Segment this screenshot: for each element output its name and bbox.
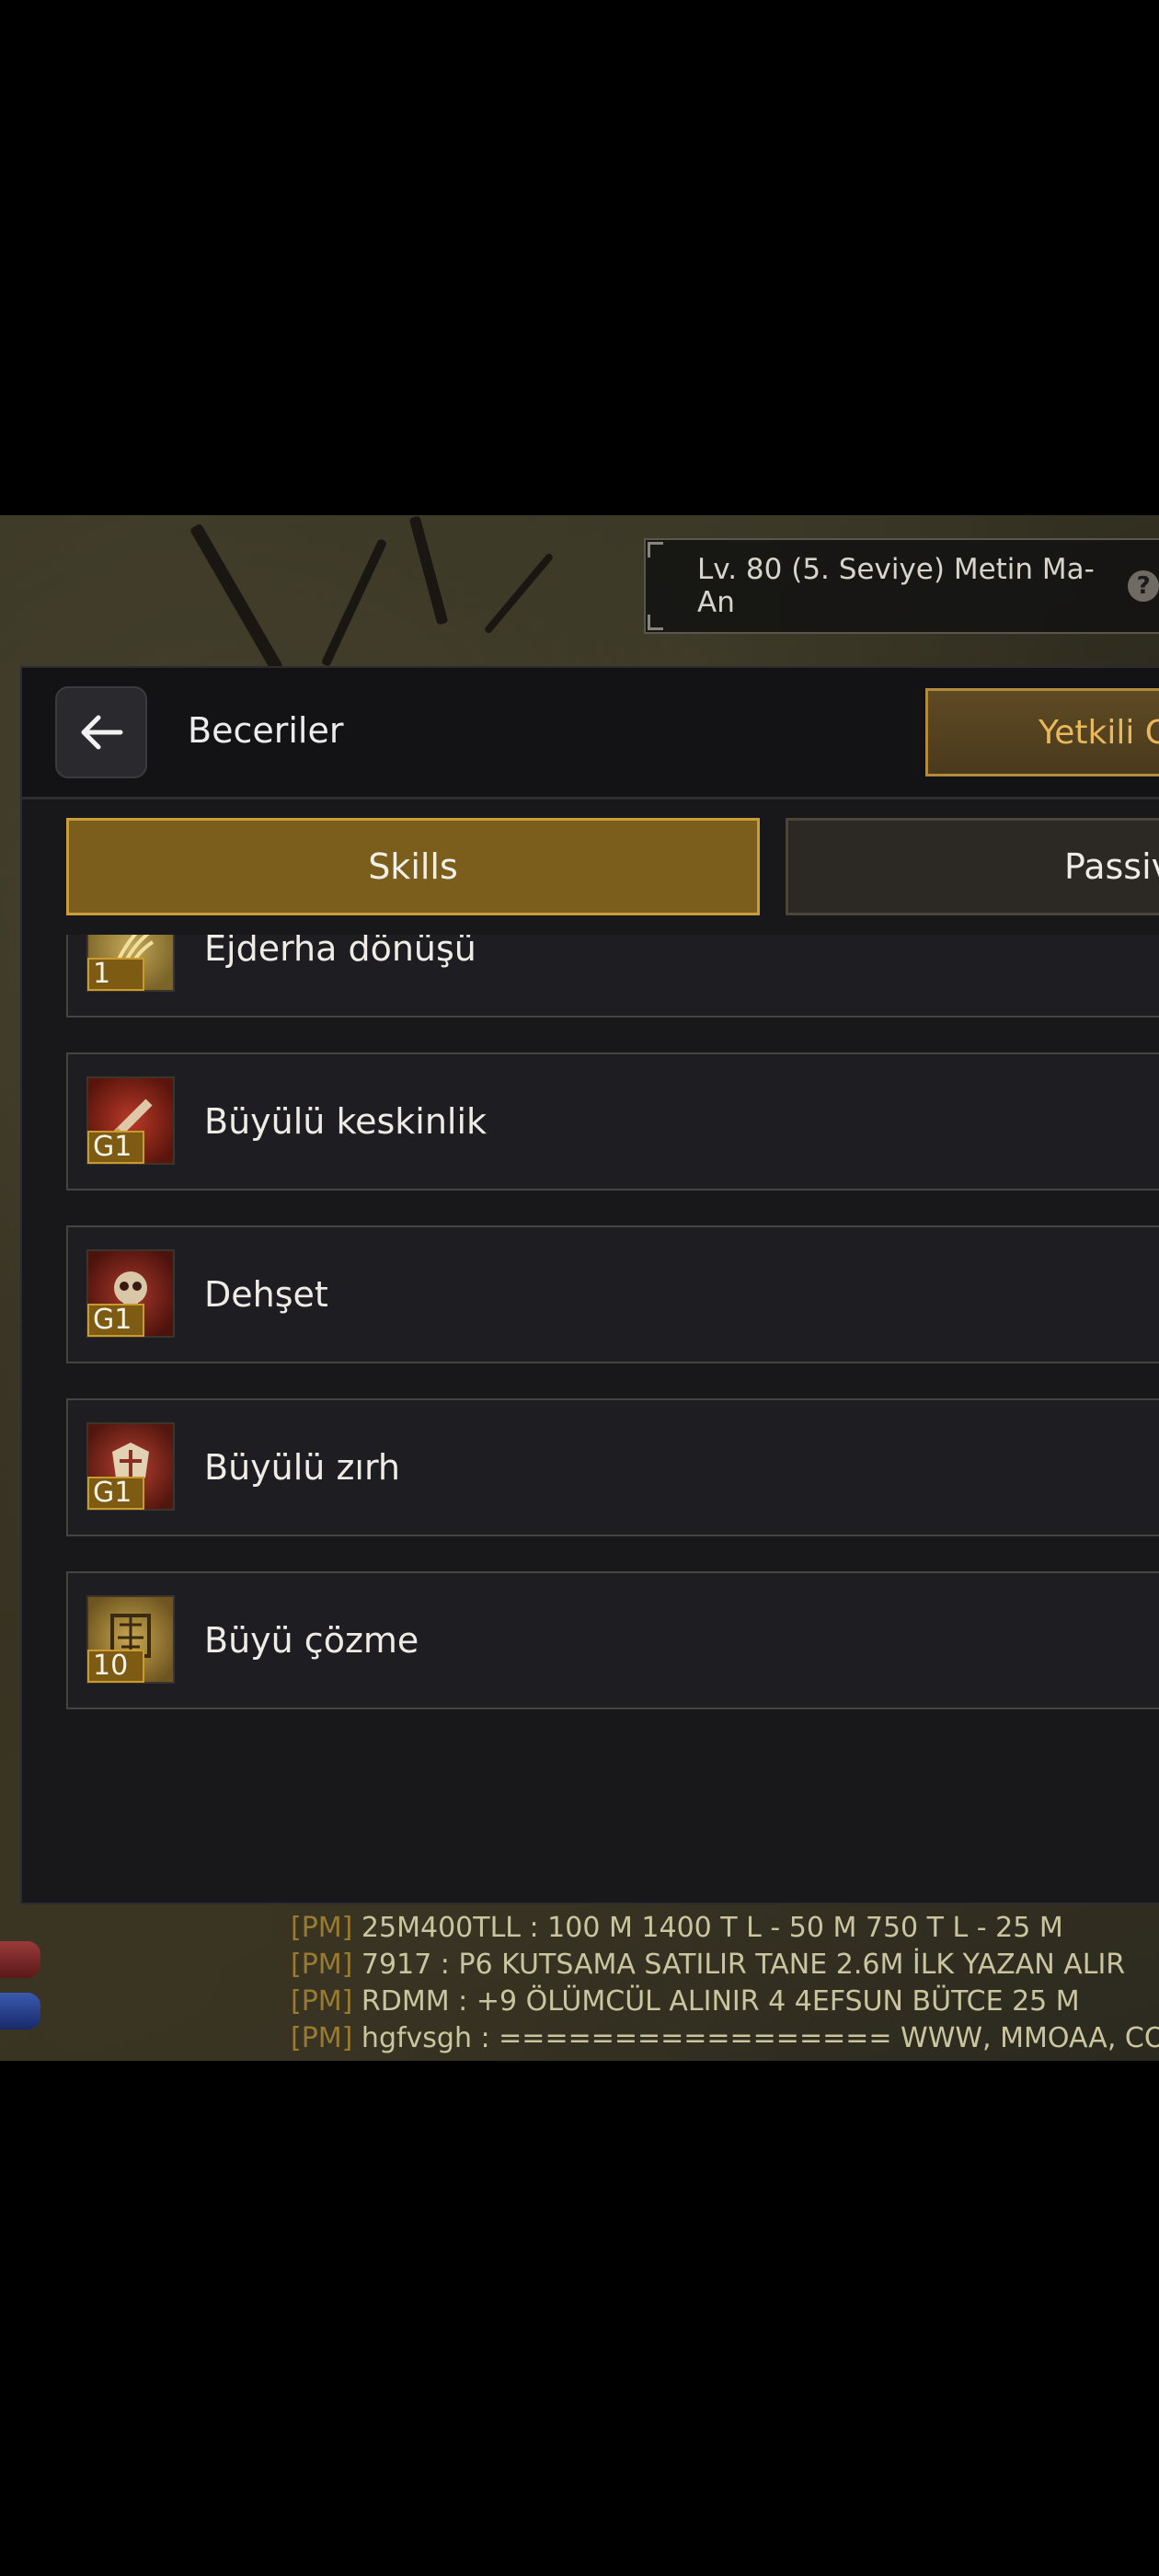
glyph-icon: 10 <box>86 1595 175 1684</box>
hp-bar <box>0 1941 40 1978</box>
skill-row[interactable]: 10 Büyü çözme <box>66 1571 1159 1709</box>
chat-line: [PM] 25M400TLL : 100 M 1400 T L - 50 M 7… <box>291 1912 1063 1944</box>
skills-panel: Beceriler Yetkili C Skills Passiv 1 Ejde… <box>20 666 1159 1904</box>
armor-icon: G1 <box>86 1422 175 1511</box>
chat-line: [PM] RDMM : +9 ÖLÜMCÜL ALINIR 4 4EFSUN B… <box>291 1985 1080 2018</box>
skill-name: Büyülü keskinlik <box>204 1101 488 1142</box>
chat-line: [PM] hgfvsgh : ================= WWW, MM… <box>291 2022 1159 2054</box>
skill-name: Büyü çözme <box>204 1620 419 1661</box>
skull-icon: G1 <box>86 1249 175 1338</box>
skill-name: Ejderha dönüşü <box>204 935 476 969</box>
skill-row[interactable]: G1 Büyülü zırh <box>66 1398 1159 1536</box>
chat-line: [PM] 7917 : P6 KUTSAMA SATILIR TANE 2.6M… <box>291 1949 1126 1981</box>
panel-header: Beceriler Yetkili C <box>22 668 1159 797</box>
sword-icon: G1 <box>86 1076 175 1165</box>
skill-level-badge: 10 <box>87 1650 144 1683</box>
chat-log: [PM] 25M400TLL : 100 M 1400 T L - 50 M 7… <box>291 1910 1159 2057</box>
dragon-claw-icon: 1 <box>86 935 175 992</box>
skill-level-badge: 1 <box>87 958 144 991</box>
skill-row[interactable]: 1 Ejderha dönüşü <box>66 935 1159 1018</box>
skill-list[interactable]: 1 Ejderha dönüşü G1 Büyülü keskinlik G1 … <box>22 935 1159 1901</box>
back-button[interactable] <box>55 686 147 778</box>
skill-level-badge: G1 <box>87 1304 144 1337</box>
skill-row[interactable]: G1 Dehşet <box>66 1225 1159 1363</box>
tab-passive[interactable]: Passiv <box>786 818 1159 915</box>
page-title: Beceriler <box>188 710 344 751</box>
arrow-left-icon <box>81 715 123 750</box>
authorized-button[interactable]: Yetkili C <box>925 688 1159 776</box>
mp-bar <box>0 1993 40 2030</box>
skill-name: Dehşet <box>204 1274 328 1315</box>
header-divider <box>22 797 1159 799</box>
target-level-info: Lv. 80 (5. Seviye) Metin Ma-An ? <box>644 538 1159 634</box>
level-text: Lv. 80 (5. Seviye) Metin Ma-An <box>697 553 1095 619</box>
skill-level-badge: G1 <box>87 1131 144 1164</box>
tab-skills[interactable]: Skills <box>66 818 760 915</box>
skill-level-badge: G1 <box>87 1477 144 1510</box>
skill-row[interactable]: G1 Büyülü keskinlik <box>66 1052 1159 1190</box>
help-icon[interactable]: ? <box>1128 570 1159 602</box>
skill-name: Büyülü zırh <box>204 1447 400 1488</box>
